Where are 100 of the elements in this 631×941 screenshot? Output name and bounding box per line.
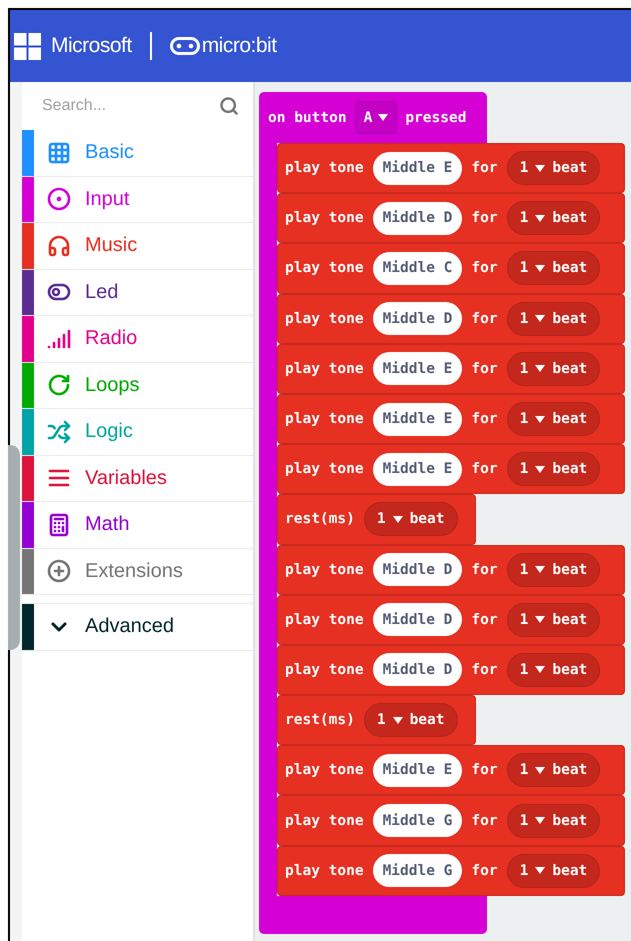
block-label: for — [471, 862, 498, 879]
brand-name: Microsoft — [51, 34, 132, 58]
beat-dropdown[interactable]: 1 beat — [364, 703, 458, 738]
category-item[interactable]: Radio — [22, 316, 253, 362]
beat-dropdown[interactable]: 1 beat — [506, 552, 600, 587]
play-tone-block[interactable]: play tone Middle D for 1 beat — [277, 294, 625, 344]
headphones-icon — [47, 234, 71, 258]
beat-dropdown[interactable]: 1 beat — [506, 452, 600, 486]
play-tone-block[interactable]: play tone Middle G for 1 beat — [277, 795, 625, 846]
beat-dropdown[interactable]: 1 beat — [506, 352, 600, 386]
note-field[interactable]: Middle E — [372, 402, 462, 436]
caret-icon — [535, 666, 546, 674]
play-tone-block[interactable]: play tone Middle G for 1 beat — [277, 846, 625, 896]
play-tone-block[interactable]: play tone Middle E for 1 beat — [277, 745, 625, 796]
block-label: for — [471, 662, 498, 678]
play-tone-block[interactable]: play tone Middle D for 1 beat — [277, 193, 625, 244]
note-field[interactable]: Middle E — [372, 152, 462, 185]
note-field[interactable]: Middle E — [372, 452, 462, 486]
beat-dropdown[interactable]: 1 beat — [506, 854, 600, 888]
block-label: for — [471, 562, 498, 578]
block-label: for — [471, 812, 498, 829]
category-item[interactable]: Music — [22, 223, 253, 270]
caret-icon — [392, 716, 403, 724]
note-field[interactable]: Middle D — [372, 202, 462, 235]
note-field[interactable]: Middle E — [372, 352, 462, 386]
category-item[interactable]: Led — [22, 270, 253, 316]
block-label: play tone — [285, 662, 364, 678]
toolbox-handle[interactable] — [8, 445, 20, 650]
caret-icon — [535, 264, 546, 272]
beat-dropdown[interactable]: 1 beat — [506, 151, 600, 186]
note-field[interactable]: Middle D — [372, 302, 462, 336]
category-item[interactable]: Basic — [22, 130, 253, 176]
play-tone-block[interactable]: play tone Middle D for 1 beat — [277, 644, 625, 696]
play-tone-block[interactable]: play tone Middle E for 1 beat — [277, 444, 625, 494]
block-label: play tone — [285, 812, 364, 829]
block-label: play tone — [285, 160, 364, 176]
block-label: play tone — [285, 612, 364, 628]
beat-dropdown[interactable]: 1 beat — [506, 402, 600, 436]
windows-logo-icon — [14, 32, 41, 60]
play-tone-block[interactable]: play tone Middle D for 1 beat — [277, 544, 625, 595]
signal-bars-icon — [47, 326, 71, 351]
beat-dropdown[interactable]: 1 beat — [506, 302, 600, 336]
play-tone-block[interactable]: play tone Middle E for 1 beat — [277, 143, 625, 194]
note-field[interactable]: Middle G — [372, 854, 462, 888]
calculator-icon — [47, 512, 71, 537]
caret-icon — [535, 214, 546, 222]
category-item[interactable]: Extensions — [22, 548, 253, 595]
advanced-item[interactable]: Advanced — [22, 604, 253, 650]
caret-icon — [535, 766, 546, 774]
block-label: for — [471, 411, 498, 428]
block-label: play tone — [285, 461, 364, 478]
block-label: for — [471, 210, 498, 226]
event-block-header[interactable]: on button A pressed — [259, 92, 487, 143]
caret-icon — [535, 616, 546, 624]
plus-circle-icon — [47, 559, 71, 584]
button-dropdown[interactable]: A — [354, 101, 398, 134]
beat-dropdown[interactable]: 1 beat — [506, 804, 600, 838]
caret-icon — [535, 416, 546, 423]
circle-dot-icon — [47, 187, 71, 212]
block-label: for — [471, 160, 498, 176]
block-label: play tone — [285, 562, 364, 578]
block-label: for — [471, 762, 498, 778]
block-label: for — [471, 310, 498, 327]
block-label: for — [471, 612, 498, 628]
caret-icon — [392, 516, 403, 523]
category-item[interactable]: Math — [22, 502, 253, 548]
rest-block[interactable]: rest(ms) 1 beat — [277, 695, 476, 746]
block-label: play tone — [285, 762, 364, 778]
search-icon[interactable] — [219, 96, 239, 116]
note-field[interactable]: Middle C — [372, 252, 462, 285]
block-label: for — [471, 461, 498, 478]
note-field[interactable]: Middle D — [372, 603, 462, 636]
rest-block[interactable]: rest(ms) 1 beat — [277, 494, 476, 544]
block-label: play tone — [285, 411, 364, 428]
block-label: rest(ms) — [285, 712, 355, 728]
beat-dropdown[interactable]: 1 beat — [506, 602, 600, 637]
category-item[interactable]: Input — [22, 176, 253, 223]
caret-icon — [378, 114, 388, 121]
note-field[interactable]: Middle D — [372, 553, 462, 586]
play-tone-block[interactable]: play tone Middle E for 1 beat — [277, 344, 625, 394]
block-label: for — [471, 360, 498, 377]
category-color-strip — [22, 604, 34, 650]
play-tone-block[interactable]: play tone Middle D for 1 beat — [277, 594, 625, 645]
play-tone-block[interactable]: play tone Middle E for 1 beat — [277, 394, 625, 444]
category-item[interactable]: Variables — [22, 456, 253, 502]
block-label: for — [471, 260, 498, 276]
grid-icon — [47, 140, 71, 165]
play-tone-block[interactable]: play tone Middle C for 1 beat — [277, 243, 625, 294]
block-label: on button — [268, 110, 347, 126]
beat-dropdown[interactable]: 1 beat — [506, 753, 600, 788]
note-field[interactable]: Middle E — [372, 754, 462, 787]
note-field[interactable]: Middle D — [372, 653, 462, 686]
beat-dropdown[interactable]: 1 beat — [506, 201, 600, 236]
note-field[interactable]: Middle G — [372, 804, 462, 838]
beat-dropdown[interactable]: 1 beat — [364, 502, 458, 536]
beat-dropdown[interactable]: 1 beat — [506, 251, 600, 286]
beat-dropdown[interactable]: 1 beat — [506, 652, 600, 687]
caret-icon — [535, 466, 546, 473]
block-label: pressed — [405, 110, 466, 126]
block-label: play tone — [285, 260, 364, 276]
